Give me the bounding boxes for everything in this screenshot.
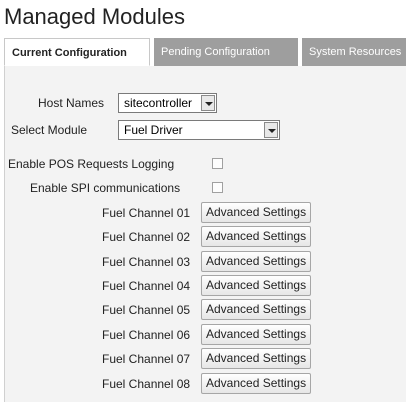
select-module-select[interactable]: Fuel Driver: [118, 120, 280, 140]
advanced-settings-button[interactable]: Advanced Settings: [201, 275, 312, 296]
configuration-panel: Host Names sitecontroller Select Module …: [4, 66, 406, 402]
host-names-value: sitecontroller: [124, 96, 193, 110]
spi-comm-label: Enable SPI communications: [30, 181, 181, 195]
pos-logging-label: Enable POS Requests Logging: [8, 157, 175, 171]
page-title: Managed Modules: [4, 4, 186, 29]
tab-current-configuration[interactable]: Current Configuration: [4, 38, 150, 66]
fuel-channel-label: Fuel Channel 02: [102, 230, 191, 244]
fuel-channel-label: Fuel Channel 01: [102, 206, 191, 220]
tab-pending-configuration[interactable]: Pending Configuration: [154, 38, 298, 66]
advanced-settings-button[interactable]: Advanced Settings: [201, 202, 312, 223]
advanced-settings-button[interactable]: Advanced Settings: [201, 373, 312, 394]
spi-comm-checkbox[interactable]: [212, 182, 223, 193]
host-names-label: Host Names: [38, 96, 105, 110]
advanced-settings-button[interactable]: Advanced Settings: [201, 299, 312, 320]
advanced-settings-button[interactable]: Advanced Settings: [201, 324, 312, 345]
pos-logging-checkbox[interactable]: [212, 158, 223, 169]
tab-bar: Current Configuration Pending Configurat…: [4, 38, 406, 67]
fuel-channel-label: Fuel Channel 03: [102, 255, 191, 269]
fuel-channel-label: Fuel Channel 04: [102, 279, 191, 293]
fuel-channel-label: Fuel Channel 06: [102, 328, 191, 342]
advanced-settings-button[interactable]: Advanced Settings: [201, 251, 312, 272]
fuel-channel-label: Fuel Channel 07: [102, 352, 191, 366]
select-module-label: Select Module: [11, 123, 88, 137]
tab-system-resources[interactable]: System Resources: [302, 38, 406, 66]
advanced-settings-button[interactable]: Advanced Settings: [201, 348, 312, 369]
host-names-select[interactable]: sitecontroller: [118, 93, 217, 113]
fuel-channel-label: Fuel Channel 08: [102, 377, 191, 391]
chevron-down-icon[interactable]: [264, 122, 278, 138]
chevron-down-icon[interactable]: [201, 95, 215, 111]
select-module-value: Fuel Driver: [124, 123, 183, 137]
advanced-settings-button[interactable]: Advanced Settings: [201, 226, 312, 247]
fuel-channel-label: Fuel Channel 05: [102, 303, 191, 317]
